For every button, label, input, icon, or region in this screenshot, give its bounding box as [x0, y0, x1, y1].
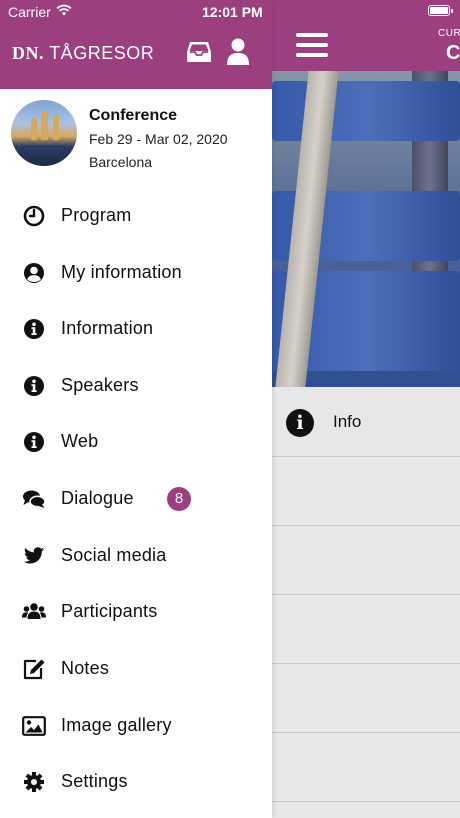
brand-logo: DN. TÅGRESOR — [12, 43, 155, 63]
menu-item-label: Settings — [61, 771, 128, 791]
list-item-info[interactable]: i Info — [272, 387, 460, 457]
menu-item-speakers[interactable]: Speakers — [0, 364, 272, 408]
hamburger-menu-icon[interactable] — [296, 33, 328, 61]
notification-badge: 8 — [167, 487, 191, 511]
menu-item-program[interactable]: Program — [0, 194, 272, 238]
conference-title: Conference — [89, 107, 178, 124]
menu-item-web[interactable]: Web — [0, 420, 272, 464]
menu-item-label: My information — [61, 262, 182, 282]
menu-item-label: Information — [61, 318, 154, 338]
menu-item-label: Participants — [61, 601, 158, 621]
list-item — [272, 457, 460, 526]
wifi-icon — [56, 4, 72, 16]
menu-item-label: Notes — [61, 658, 110, 678]
status-time: 12:01 PM — [202, 4, 263, 20]
user-icon[interactable] — [226, 38, 250, 66]
list-item — [272, 595, 460, 664]
menu-item-label: Image gallery — [61, 715, 172, 735]
background-list: i Info — [272, 387, 460, 802]
menu-item-label: Web — [61, 431, 99, 451]
image-icon — [22, 716, 46, 736]
menu-item-settings[interactable]: Settings — [0, 760, 272, 804]
conference-avatar — [11, 100, 77, 166]
menu-item-label: Speakers — [61, 375, 139, 395]
gear-icon — [24, 772, 44, 792]
info-icon: i — [286, 409, 314, 437]
info-icon — [24, 376, 44, 396]
inbox-icon[interactable] — [186, 40, 212, 64]
menu-item-my-information[interactable]: My information — [0, 251, 272, 295]
drawer-header: Carrier 12:01 PM DN. TÅGRESOR — [0, 0, 272, 89]
page-header-title: C — [446, 42, 460, 64]
menu-item-label: Program — [61, 205, 132, 225]
conference-city: Barcelona — [89, 154, 153, 170]
menu-item-label: Dialogue — [61, 488, 134, 508]
clock-icon — [23, 205, 45, 227]
battery-icon — [428, 5, 453, 16]
page-header-subtitle: CUR — [438, 28, 460, 39]
menu-item-notes[interactable]: Notes — [0, 647, 272, 691]
edit-icon — [23, 659, 45, 680]
navigation-drawer: Carrier 12:01 PM DN. TÅGRESOR Conference… — [0, 0, 272, 818]
list-item — [272, 526, 460, 595]
conference-dates: Feb 29 - Mar 02, 2020 — [89, 131, 228, 147]
info-icon — [24, 432, 44, 452]
info-icon — [24, 319, 44, 339]
list-item — [272, 664, 460, 733]
list-item-label: Info — [333, 412, 362, 431]
menu-item-dialogue[interactable]: Dialogue 8 — [0, 477, 272, 521]
menu-item-participants[interactable]: Participants — [0, 590, 272, 634]
menu-item-label: Social media — [61, 545, 167, 565]
status-carrier: Carrier — [8, 4, 51, 20]
menu-item-information[interactable]: Information — [0, 307, 272, 351]
menu-item-image-gallery[interactable]: Image gallery — [0, 704, 272, 748]
list-item — [272, 733, 460, 802]
user-circle-icon — [24, 263, 44, 283]
menu-item-social-media[interactable]: Social media — [0, 534, 272, 578]
chat-icon — [23, 490, 46, 508]
twitter-icon — [23, 547, 44, 564]
hero-image — [272, 71, 460, 387]
users-icon — [22, 603, 46, 619]
